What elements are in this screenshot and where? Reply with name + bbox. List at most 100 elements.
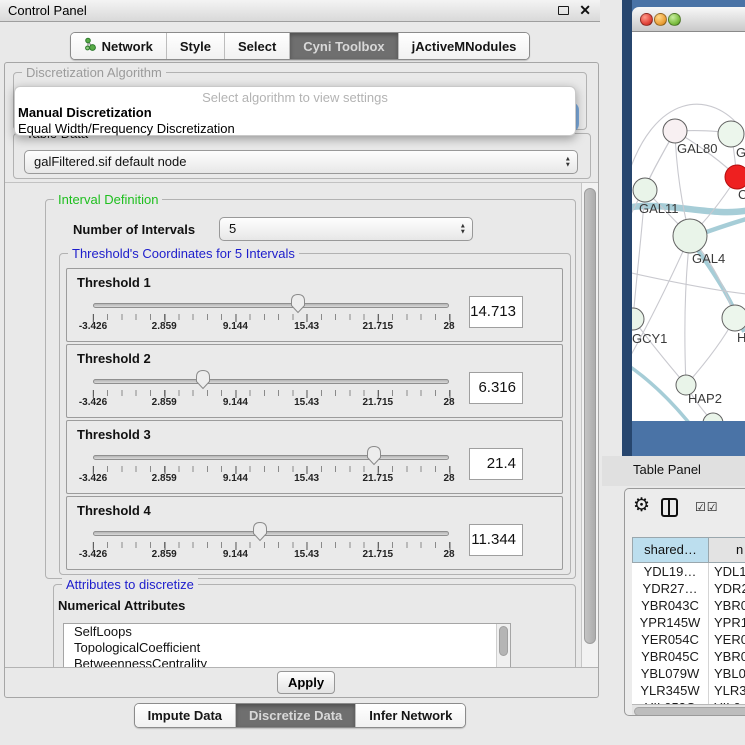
minimize-traffic-light-icon[interactable] [654,13,667,26]
tab-select[interactable]: Select [224,33,289,59]
slider-thumb[interactable] [252,521,268,542]
threshold-label: Threshold 2 [77,351,151,366]
settings-scroll-viewport: Interval Definition Number of Intervals … [5,182,598,668]
attribute-item[interactable]: SelfLoops [64,624,510,640]
table-row[interactable]: YPR145WYPR1 [632,614,745,631]
network-node[interactable] [673,219,707,253]
horizontal-scrollbar-thumb[interactable] [634,707,745,716]
cell-name: YLR3 [709,682,745,699]
cell-name: YER0 [709,631,745,648]
tab-label: Infer Network [369,708,452,723]
group-title-attributes: Attributes to discretize [62,577,198,592]
slider-scale: -3.4262.8599.14415.4321.71528 [93,466,449,486]
network-node[interactable] [725,165,745,189]
threshold-label: Threshold 1 [77,275,151,290]
node-label: H [737,330,745,345]
column-header[interactable]: shared… [632,537,709,563]
zoom-traffic-light-icon[interactable] [668,13,681,26]
screen: Control Panel ✕ Network Style Select Cyni T… [0,0,745,745]
network-node[interactable] [718,121,744,147]
scale-label: 15.43 [294,549,319,560]
network-node[interactable] [632,308,644,330]
panel-scrollbar-thumb[interactable] [584,188,596,644]
slider-track[interactable] [93,379,449,384]
gear-icon[interactable]: ⚙ [633,494,650,517]
table-data-combobox[interactable]: galFiltered.sif default node ▲▼ [24,150,578,174]
tab-style[interactable]: Style [166,33,224,59]
close-icon[interactable]: ✕ [579,2,591,19]
list-scrollbar[interactable] [496,624,510,668]
tab-discretize-data[interactable]: Discretize Data [235,704,355,727]
threshold-value-field[interactable]: 14.713 [469,296,523,328]
network-window-titlebar[interactable] [632,7,745,32]
horizontal-scrollbar[interactable] [632,704,745,716]
algorithm-dropdown-popup: Select algorithm to view settings Manual… [14,86,576,136]
attribute-item[interactable]: BetweennessCentrality [64,656,510,668]
cell-shared-name: YDR27… [632,580,709,597]
num-intervals-label: Number of Intervals [73,222,195,237]
scale-label: 2.859 [152,473,177,484]
slider-scale: -3.4262.8599.14415.4321.71528 [93,314,449,334]
control-panel: Control Panel ✕ Network Style Select Cyni T… [0,0,600,745]
scale-label: -3.426 [79,549,107,560]
slider-track[interactable] [93,303,449,308]
slider-track[interactable] [93,531,449,536]
slider-thumb[interactable] [195,369,211,390]
table-row[interactable]: YBR043CYBR0 [632,597,745,614]
tab-label: Style [180,39,211,54]
table-row[interactable]: YLR345WYLR3 [632,682,745,699]
table-row[interactable]: YBR045CYBR0 [632,648,745,665]
network-node[interactable] [663,119,687,143]
numerical-attributes-label: Numerical Attributes [58,598,185,613]
tab-jactivemnodules[interactable]: jActiveMNodules [398,33,530,59]
algorithm-option[interactable]: Equal Width/Frequency Discretization [17,121,573,137]
network-node[interactable] [722,305,745,331]
list-scrollbar-thumb[interactable] [499,626,508,656]
window-frame-edge [622,0,632,456]
columns-icon[interactable] [661,498,678,517]
slider-track[interactable] [93,455,449,460]
group-title-discretization: Discretization Algorithm [22,65,166,80]
scale-label: -3.426 [79,473,107,484]
threshold-value-field[interactable]: 21.4 [469,448,523,480]
numerical-attributes-list[interactable]: SelfLoopsTopologicalCoefficientBetweenne… [63,623,511,668]
node-label: GCY1 [632,331,667,346]
table-row[interactable]: YER054CYER0 [632,631,745,648]
attributes-group: Attributes to discretize Numerical Attri… [53,584,576,668]
tab-infer-network[interactable]: Infer Network [355,704,465,727]
threshold-value-field[interactable]: 6.316 [469,372,523,404]
tab-label: jActiveMNodules [412,39,517,54]
node-label: GAL4 [692,251,725,266]
slider-thumb[interactable] [290,293,306,314]
tab-label: Select [238,39,276,54]
scale-label: 9.144 [223,549,248,560]
panel-scrollbar[interactable] [581,183,598,667]
tab-impute-data[interactable]: Impute Data [135,704,235,727]
tab-network[interactable]: Network [71,33,166,59]
checkbox-icons[interactable]: ☑☑ [695,500,719,514]
tab-cyni-toolbox[interactable]: Cyni Toolbox [289,33,397,59]
threshold-value-field[interactable]: 11.344 [469,524,523,556]
attribute-item[interactable]: TopologicalCoefficient [64,640,510,656]
table-row[interactable]: YBL079WYBL0 [632,665,745,682]
node-label: GAL11 [639,201,679,216]
threshold-panel: Threshold 4 -3.4262.8599.14415.4321.7152… [66,496,563,570]
control-panel-titlebar: Control Panel ✕ [0,0,600,22]
close-traffic-light-icon[interactable] [640,13,653,26]
network-canvas[interactable]: GAL80GCGAL11GAL4GCY1HHAP2 [632,32,745,421]
table-row[interactable]: YDR27…YDR2 [632,580,745,597]
num-intervals-value: 5 [220,218,472,240]
table-row[interactable]: YDL19…YDL1 [632,563,745,580]
column-header[interactable]: n [709,537,745,563]
interval-definition-group: Interval Definition Number of Intervals … [45,199,576,579]
network-node[interactable] [633,178,657,202]
cell-name: YPR1 [709,614,745,631]
algorithm-option[interactable]: Manual Discretization [17,105,573,121]
float-window-icon[interactable] [558,6,569,15]
num-intervals-combobox[interactable]: 5 ▲▼ [219,217,473,241]
apply-button[interactable]: Apply [277,671,335,694]
table-panel-header: Table Panel [602,456,745,486]
slider-thumb[interactable] [366,445,382,466]
table-body: YDL19…YDL1YDR27…YDR2YBR043CYBR0YPR145WYP… [632,563,745,704]
threshold-panel: Threshold 1 -3.4262.8599.14415.4321.7152… [66,268,563,342]
